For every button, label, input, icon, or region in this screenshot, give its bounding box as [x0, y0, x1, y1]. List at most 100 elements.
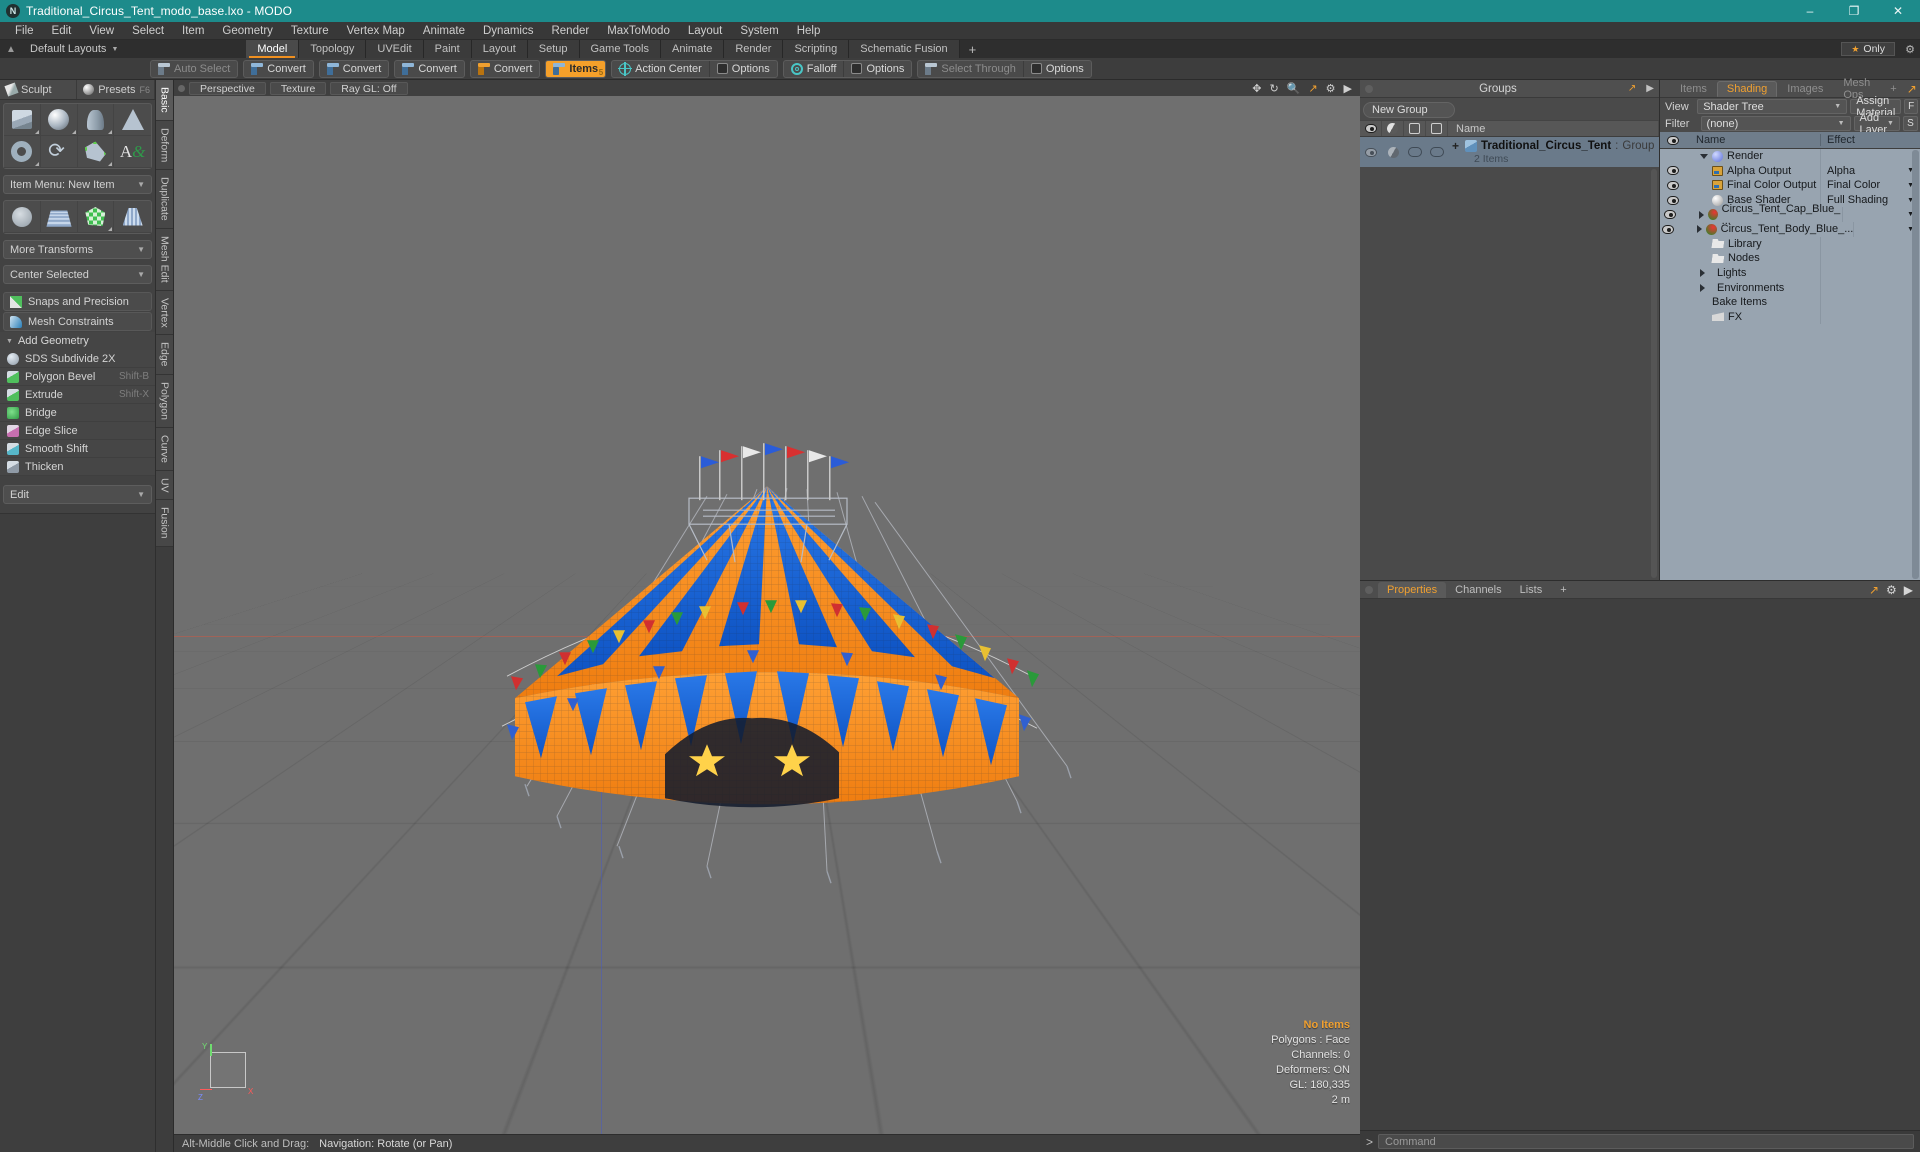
menu-system[interactable]: System: [731, 22, 787, 40]
row-effect-cell[interactable]: Alpha ▼: [1820, 164, 1920, 179]
menu-texture[interactable]: Texture: [282, 22, 338, 40]
vtab-mesh-edit[interactable]: Mesh Edit: [156, 229, 173, 291]
text-tool-button[interactable]: A&: [114, 136, 151, 168]
menu-animate[interactable]: Animate: [414, 22, 474, 40]
row-wire-b-toggle[interactable]: [1426, 147, 1448, 157]
sds-subdivide-row[interactable]: SDS Subdivide 2X: [0, 350, 155, 368]
chevron-right-icon[interactable]: [1699, 211, 1704, 219]
vtab-fusion[interactable]: Fusion: [156, 500, 173, 547]
primitive-torus-button[interactable]: [4, 136, 41, 168]
menu-render[interactable]: Render: [542, 22, 598, 40]
col-shade-icon[interactable]: [1382, 121, 1404, 136]
tab-channels[interactable]: Channels: [1446, 582, 1510, 598]
bridge-row[interactable]: Bridge: [0, 404, 155, 422]
tab-schematic-fusion[interactable]: Schematic Fusion: [849, 40, 959, 58]
polygon-pen-button[interactable]: [78, 136, 115, 168]
tab-properties[interactable]: Properties: [1378, 582, 1446, 598]
menu-view[interactable]: View: [80, 22, 123, 40]
command-input[interactable]: Command: [1378, 1134, 1914, 1149]
tab-topology[interactable]: Topology: [299, 40, 366, 58]
shader-row-alpha-output[interactable]: Alpha Output Alpha ▼: [1660, 164, 1920, 179]
snaps-and-precision-button[interactable]: Snaps and Precision: [3, 292, 152, 311]
action-center-button[interactable]: Action Center: [612, 61, 710, 77]
fan-grid-button[interactable]: [114, 201, 151, 233]
primitive-sphere-button[interactable]: [41, 104, 78, 136]
gear-icon[interactable]: ⚙: [1326, 82, 1336, 95]
groups-list-body[interactable]: [1360, 167, 1659, 580]
menu-layout[interactable]: Layout: [679, 22, 732, 40]
home-icon[interactable]: ▲: [0, 40, 22, 58]
tab-setup[interactable]: Setup: [528, 40, 580, 58]
fit-icon[interactable]: ↗: [1308, 82, 1317, 95]
menu-file[interactable]: File: [6, 22, 43, 40]
row-eye-cell[interactable]: [1660, 181, 1686, 190]
center-selected-dropdown[interactable]: Center Selected ▼: [3, 265, 152, 284]
falloff-options-button[interactable]: Options: [844, 61, 911, 77]
expand-icon[interactable]: ↗: [1907, 82, 1917, 96]
new-group-button[interactable]: New Group: [1363, 102, 1455, 118]
tab-images[interactable]: Images: [1777, 81, 1833, 97]
mesh-constraints-button[interactable]: Mesh Constraints: [3, 312, 152, 331]
expand-group-icon[interactable]: +: [1452, 139, 1459, 153]
menu-vertex-map[interactable]: Vertex Map: [338, 22, 414, 40]
primitive-cone-button[interactable]: [114, 104, 151, 136]
shader-row-final-color-output[interactable]: Final Color Output Final Color ▼: [1660, 178, 1920, 193]
shader-tree-body[interactable]: Render Alpha Output Alpha: [1660, 149, 1920, 580]
row-visibility-toggle[interactable]: [1360, 148, 1382, 157]
select-through-button[interactable]: Select Through: [918, 61, 1023, 77]
vtab-edge[interactable]: Edge: [156, 335, 173, 375]
menu-select[interactable]: Select: [123, 22, 173, 40]
viewport-shading-button[interactable]: Texture: [270, 82, 326, 95]
row-shade-toggle[interactable]: [1382, 147, 1404, 158]
chevron-down-icon[interactable]: [1700, 154, 1708, 159]
minimize-button[interactable]: –: [1788, 0, 1832, 22]
action-center-options-button[interactable]: Options: [710, 61, 777, 77]
tab-model[interactable]: Model: [246, 40, 299, 58]
thicken-row[interactable]: Thicken: [0, 458, 155, 476]
edit-dropdown[interactable]: Edit ▼: [3, 485, 152, 504]
primitive-cylinder-button[interactable]: [78, 104, 115, 136]
polygon-bevel-row[interactable]: Polygon Bevel Shift-B: [0, 368, 155, 386]
col-wireframe-a-icon[interactable]: [1404, 121, 1426, 136]
add-tab-button[interactable]: +: [960, 40, 986, 58]
chevron-right-icon[interactable]: [1700, 284, 1705, 292]
vtab-duplicate[interactable]: Duplicate: [156, 170, 173, 229]
expand-icon[interactable]: ↗: [1623, 83, 1641, 94]
transform-axis-button[interactable]: [4, 201, 41, 233]
menu-maxtomodo[interactable]: MaxToModo: [598, 22, 679, 40]
tab-add-properties[interactable]: +: [1551, 582, 1575, 598]
items-mode-button[interactable]: Items 5: [546, 61, 605, 77]
chevron-right-icon[interactable]: ▶: [1344, 82, 1352, 95]
rotate-icon[interactable]: ↻: [1270, 82, 1279, 95]
add-layer-dropdown[interactable]: Add Layer ▼: [1854, 116, 1900, 131]
select-through-options-button[interactable]: Options: [1024, 61, 1091, 77]
shader-row-bake-items[interactable]: Bake Items: [1660, 295, 1920, 310]
only-button[interactable]: ★ Only: [1841, 42, 1895, 56]
tab-scripting[interactable]: Scripting: [783, 40, 849, 58]
row-eye-cell[interactable]: [1660, 166, 1686, 175]
filter-dropdown[interactable]: (none) ▼: [1701, 116, 1851, 131]
subdivide-grid-button[interactable]: [41, 201, 78, 233]
shader-row-tent-body-material[interactable]: Circus_Tent_Body_Blue_... ▼: [1660, 222, 1920, 237]
menu-geometry[interactable]: Geometry: [213, 22, 282, 40]
tab-render[interactable]: Render: [724, 40, 783, 58]
primitive-cube-button[interactable]: [4, 104, 41, 136]
shader-row-fx[interactable]: FX: [1660, 310, 1920, 325]
maximize-button[interactable]: ❐: [1832, 0, 1876, 22]
tab-sculpt[interactable]: Sculpt: [0, 80, 77, 99]
menu-item[interactable]: Item: [173, 22, 213, 40]
col-wireframe-b-icon[interactable]: [1426, 121, 1448, 136]
item-menu-dropdown[interactable]: Item Menu: New Item ▼: [3, 175, 152, 194]
chevron-right-icon[interactable]: [1700, 269, 1705, 277]
add-layer-hotkey[interactable]: S: [1903, 116, 1918, 131]
auto-select-button[interactable]: Auto Select: [151, 61, 237, 77]
gear-icon[interactable]: ⚙: [1886, 583, 1897, 597]
groups-table-row[interactable]: + Traditional_Circus_Tent : Group 2 Item…: [1360, 137, 1659, 167]
zoom-icon[interactable]: 🔍: [1287, 82, 1301, 95]
move-icon[interactable]: ✥: [1252, 82, 1261, 95]
chevron-right-icon[interactable]: ▶: [1641, 83, 1659, 94]
chevron-right-icon[interactable]: [1697, 225, 1702, 233]
viewport-raygl-button[interactable]: Ray GL: Off: [330, 82, 407, 95]
smooth-shift-row[interactable]: Smooth Shift: [0, 440, 155, 458]
expand-icon[interactable]: ↗: [1869, 583, 1879, 597]
